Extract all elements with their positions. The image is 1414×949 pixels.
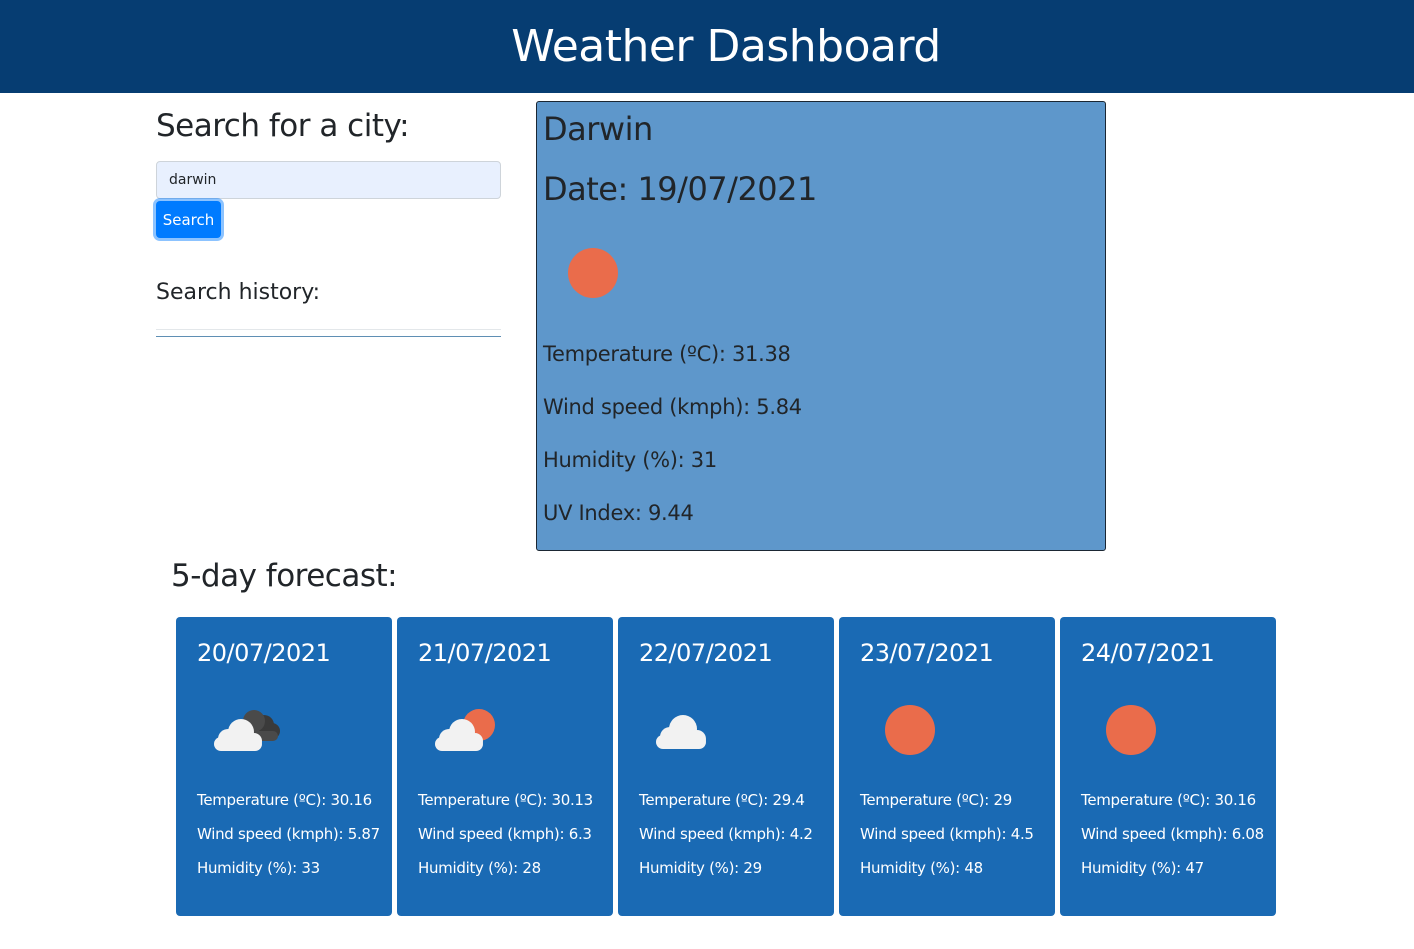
cloud-icon (656, 715, 706, 749)
forecast-wind: Wind speed (kmph): 4.5 (860, 825, 1034, 843)
current-city: Darwin (543, 110, 653, 148)
current-weather-card: Darwin Date: 19/07/2021 Temperature (ºC)… (536, 101, 1106, 551)
forecast-date: 21/07/2021 (418, 639, 552, 667)
current-temperature: Temperature (ºC): 31.38 (543, 342, 791, 366)
forecast-temperature: Temperature (ºC): 30.13 (418, 791, 593, 809)
forecast-date: 22/07/2021 (639, 639, 773, 667)
current-date: Date: 19/07/2021 (543, 170, 817, 208)
forecast-humidity: Humidity (%): 28 (418, 859, 541, 877)
search-history-title: Search history: (156, 280, 321, 305)
forecast-title: 5-day forecast: (171, 558, 398, 594)
search-button[interactable]: Search (156, 201, 221, 238)
search-history-divider (156, 329, 501, 330)
forecast-wind: Wind speed (kmph): 6.3 (418, 825, 592, 843)
forecast-card: 24/07/2021 Temperature (ºC): 30.16 Wind … (1060, 617, 1276, 916)
forecast-temperature: Temperature (ºC): 29 (860, 791, 1012, 809)
forecast-temperature: Temperature (ºC): 30.16 (197, 791, 372, 809)
current-humidity: Humidity (%): 31 (543, 448, 717, 472)
header-bar: Weather Dashboard (0, 0, 1414, 93)
search-history-list (156, 336, 501, 337)
forecast-wind: Wind speed (kmph): 4.2 (639, 825, 813, 843)
forecast-row: 20/07/2021 Temperature (ºC): 30.16 Wind … (176, 617, 1276, 916)
search-title: Search for a city: (156, 108, 410, 144)
forecast-date: 24/07/2021 (1081, 639, 1215, 667)
page-title: Weather Dashboard (511, 21, 941, 72)
forecast-wind: Wind speed (kmph): 6.08 (1081, 825, 1264, 843)
few-clouds-icon (435, 709, 495, 751)
sun-icon (885, 705, 935, 755)
forecast-card: 22/07/2021 Temperature (ºC): 29.4 Wind s… (618, 617, 834, 916)
forecast-humidity: Humidity (%): 47 (1081, 859, 1204, 877)
forecast-humidity: Humidity (%): 48 (860, 859, 983, 877)
forecast-humidity: Humidity (%): 29 (639, 859, 762, 877)
broken-clouds-icon (214, 710, 280, 751)
current-wind: Wind speed (kmph): 5.84 (543, 395, 802, 419)
forecast-card: 21/07/2021 Temperature (ºC): 30.13 Wind … (397, 617, 613, 916)
search-input[interactable] (156, 161, 501, 199)
forecast-date: 20/07/2021 (197, 639, 331, 667)
sun-icon (1106, 705, 1156, 755)
forecast-temperature: Temperature (ºC): 29.4 (639, 791, 805, 809)
forecast-humidity: Humidity (%): 33 (197, 859, 320, 877)
forecast-card: 20/07/2021 Temperature (ºC): 30.16 Wind … (176, 617, 392, 916)
forecast-temperature: Temperature (ºC): 30.16 (1081, 791, 1256, 809)
sun-icon (568, 248, 618, 298)
current-uv-index: UV Index: 9.44 (543, 501, 694, 525)
forecast-wind: Wind speed (kmph): 5.87 (197, 825, 380, 843)
forecast-card: 23/07/2021 Temperature (ºC): 29 Wind spe… (839, 617, 1055, 916)
forecast-date: 23/07/2021 (860, 639, 994, 667)
